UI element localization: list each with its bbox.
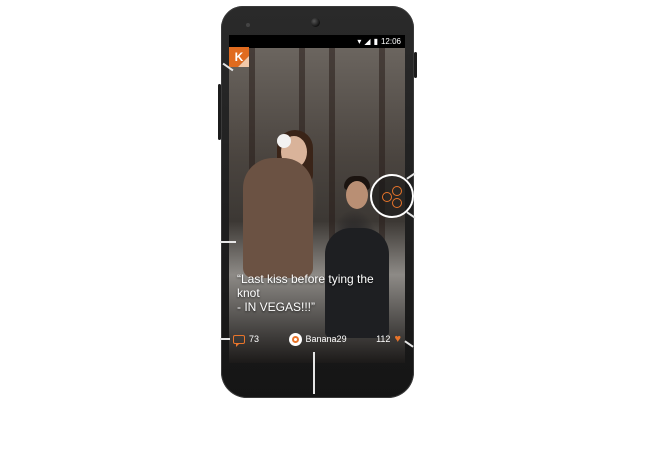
logo-letter: K xyxy=(234,50,244,64)
status-time: 12:06 xyxy=(380,37,401,46)
volume-button xyxy=(414,52,417,78)
woman-figure xyxy=(243,158,313,278)
heart-hands-icon: ♥ xyxy=(394,332,401,345)
save-option-icon[interactable] xyxy=(392,198,402,208)
post-action-bar: 73 Banana29 112 ♥ xyxy=(229,325,405,353)
like-count: 112 xyxy=(376,334,391,344)
sensor xyxy=(246,23,250,27)
comment-count: 73 xyxy=(249,334,260,344)
likes-button[interactable]: 112 ♥ xyxy=(376,332,401,345)
avatar xyxy=(288,332,302,346)
callout-line-image xyxy=(220,241,236,243)
user-profile-link[interactable]: Banana29 xyxy=(288,332,347,346)
username: Banana29 xyxy=(305,334,347,344)
status-bar: ▾ ◢ ▮ 12:06 xyxy=(229,35,405,48)
earmuff xyxy=(277,134,291,148)
comments-button[interactable]: 73 xyxy=(233,334,260,347)
signal-icon: ◢ xyxy=(364,37,371,46)
callout-line-comments xyxy=(220,338,230,340)
post-caption: “Last kiss before tying the knot - IN VE… xyxy=(237,272,374,314)
like-option-icon[interactable] xyxy=(392,186,402,196)
share-option-icon[interactable] xyxy=(382,192,392,202)
wifi-icon: ▾ xyxy=(357,37,362,46)
callout-line-user xyxy=(313,352,315,394)
comment-icon xyxy=(233,334,245,347)
battery-icon: ▮ xyxy=(373,37,378,46)
front-camera xyxy=(311,18,320,27)
power-button xyxy=(218,84,221,140)
man-head xyxy=(346,181,368,209)
